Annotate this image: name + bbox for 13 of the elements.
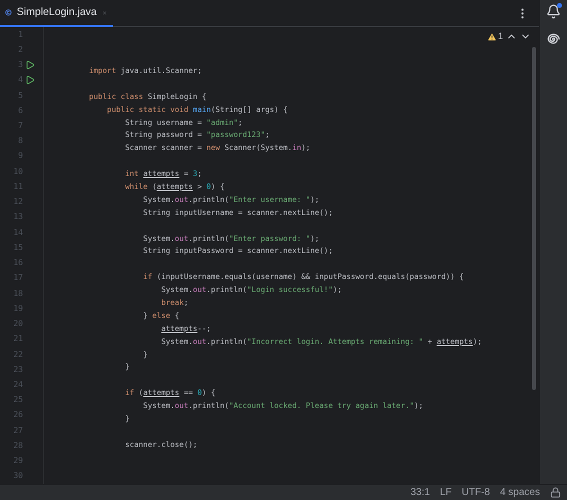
file-tab[interactable]: SimpleLogin.java (0, 0, 113, 27)
file-encoding[interactable]: UTF-8 (462, 485, 490, 500)
run-icon[interactable] (25, 60, 35, 70)
spiral-icon[interactable] (546, 32, 561, 47)
warning-indicator[interactable]: 1 (486, 30, 503, 44)
caret-position[interactable]: 33:1 (410, 485, 430, 500)
line-separator[interactable]: LF (440, 485, 452, 500)
scrollbar-thumb[interactable] (532, 47, 536, 390)
indent-setting[interactable]: 4 spaces (500, 485, 540, 500)
notifications-icon[interactable] (546, 4, 562, 20)
warning-icon (486, 32, 497, 42)
run-icon[interactable] (25, 75, 35, 86)
lock-icon[interactable] (550, 487, 561, 498)
